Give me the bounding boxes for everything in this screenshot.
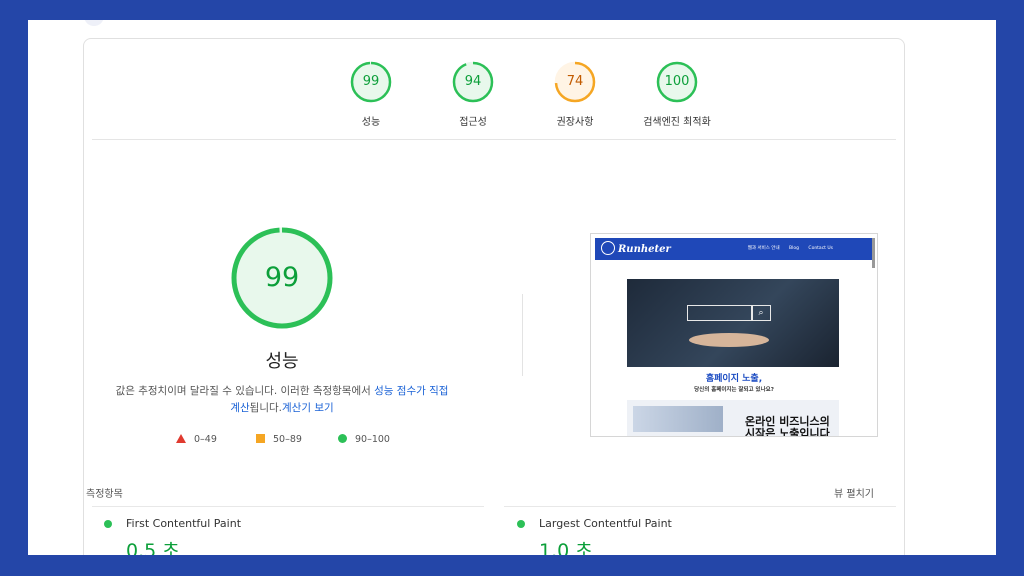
performance-gauge: 99 [230, 226, 334, 330]
legend-item-average: 50–89 [256, 434, 302, 445]
report-page: 99 성능 94 접근성 74 권장사항 100 검색엔진 최적화 99 성능 … [28, 20, 996, 555]
metric-name: First Contentful Paint [126, 517, 242, 530]
preview-bottom-banner: 온라인 비즈니스의 시작은 노출입니다 [627, 400, 839, 437]
gauge-ring: 99 [350, 61, 392, 103]
preview-hero-image: ⌕ [627, 279, 839, 367]
gauge-seo[interactable]: 100 검색엔진 최적화 [617, 61, 737, 128]
preview-logo: Runheter [601, 241, 671, 255]
preview-navbar: Runheter 웹과 서비스 안내 Blog Contact Us [595, 238, 873, 260]
gauge-ring: 94 [452, 61, 494, 103]
metric-value: 0.5 초 [126, 540, 180, 555]
gauge-ring: 74 [554, 61, 596, 103]
preview-banner-line: 시작은 노출입니다 [745, 427, 830, 437]
preview-nav-links: 웹과 서비스 안내 Blog Contact Us [740, 245, 833, 251]
metric-name: Largest Contentful Paint [539, 517, 672, 530]
performance-title: 성능 [265, 351, 299, 372]
gauge-score: 94 [464, 74, 482, 89]
gauge-label: 검색엔진 최적화 [643, 117, 711, 128]
score-summary: 99 성능 94 접근성 74 권장사항 100 검색엔진 최적화 [84, 61, 904, 141]
description-suffix: 됩니다. [249, 402, 282, 414]
preview-search-bar [687, 305, 753, 321]
legend-item-pass: 90–100 [338, 434, 390, 445]
expand-view-button[interactable]: 뷰 펼치기 [834, 485, 874, 500]
preview-banner-text: 온라인 비즈니스의 시작은 노출입니다 [745, 416, 830, 437]
orange-square-icon [256, 434, 265, 443]
preview-subheadline: 당신의 홈페이지는 잘되고 있나요? [694, 387, 774, 393]
performance-score: 99 [264, 262, 300, 293]
preview-headline: 홈페이지 노출, [705, 374, 763, 384]
gauge-score: 99 [362, 74, 380, 89]
gauge-score: 100 [664, 74, 690, 89]
legend-item-fail: 0–49 [176, 434, 217, 445]
blurred-image [633, 406, 723, 432]
metric-value: 1.0 초 [539, 540, 593, 555]
metrics-divider [92, 506, 484, 507]
description-text: 값은 추정치이며 달라질 수 있습니다. 이러한 측정항목에서 [115, 385, 375, 397]
preview-scrollbar [872, 238, 875, 268]
green-circle-icon [338, 434, 347, 443]
preview-nav-link: Blog [789, 246, 799, 251]
red-triangle-icon [176, 434, 186, 443]
preview-nav-link: 웹과 서비스 안내 [747, 246, 780, 251]
logo-emblem-icon [601, 241, 615, 255]
faded-avatar-icon [84, 20, 104, 26]
score-legend: 0–49 50–89 90–100 [176, 434, 476, 448]
hand-graphic [689, 333, 769, 347]
preview-nav-link: Contact Us [808, 246, 833, 251]
legend-range: 90–100 [355, 434, 390, 445]
gauge-score: 74 [566, 74, 584, 89]
calculator-link[interactable]: 계산기 보기 [282, 402, 334, 414]
magnifier-icon: ⌕ [751, 305, 771, 321]
green-circle-icon [517, 520, 525, 528]
summary-divider [92, 139, 896, 140]
legend-range: 50–89 [273, 434, 302, 445]
gauge-ring: 100 [656, 61, 698, 103]
metrics-section-label: 측정항목 [86, 489, 123, 500]
final-screenshot-preview[interactable]: Runheter 웹과 서비스 안내 Blog Contact Us ⌕ 홈페이… [590, 233, 878, 437]
lighthouse-report-card: 99 성능 94 접근성 74 권장사항 100 검색엔진 최적화 99 성능 … [83, 38, 905, 555]
legend-range: 0–49 [194, 434, 217, 445]
green-circle-icon [104, 520, 112, 528]
performance-description: 값은 추정치이며 달라질 수 있습니다. 이러한 측정항목에서 성능 점수가 직… [114, 383, 450, 417]
preview-logo-text: Runheter [618, 244, 671, 255]
column-divider [522, 294, 523, 376]
metrics-divider [504, 506, 896, 507]
